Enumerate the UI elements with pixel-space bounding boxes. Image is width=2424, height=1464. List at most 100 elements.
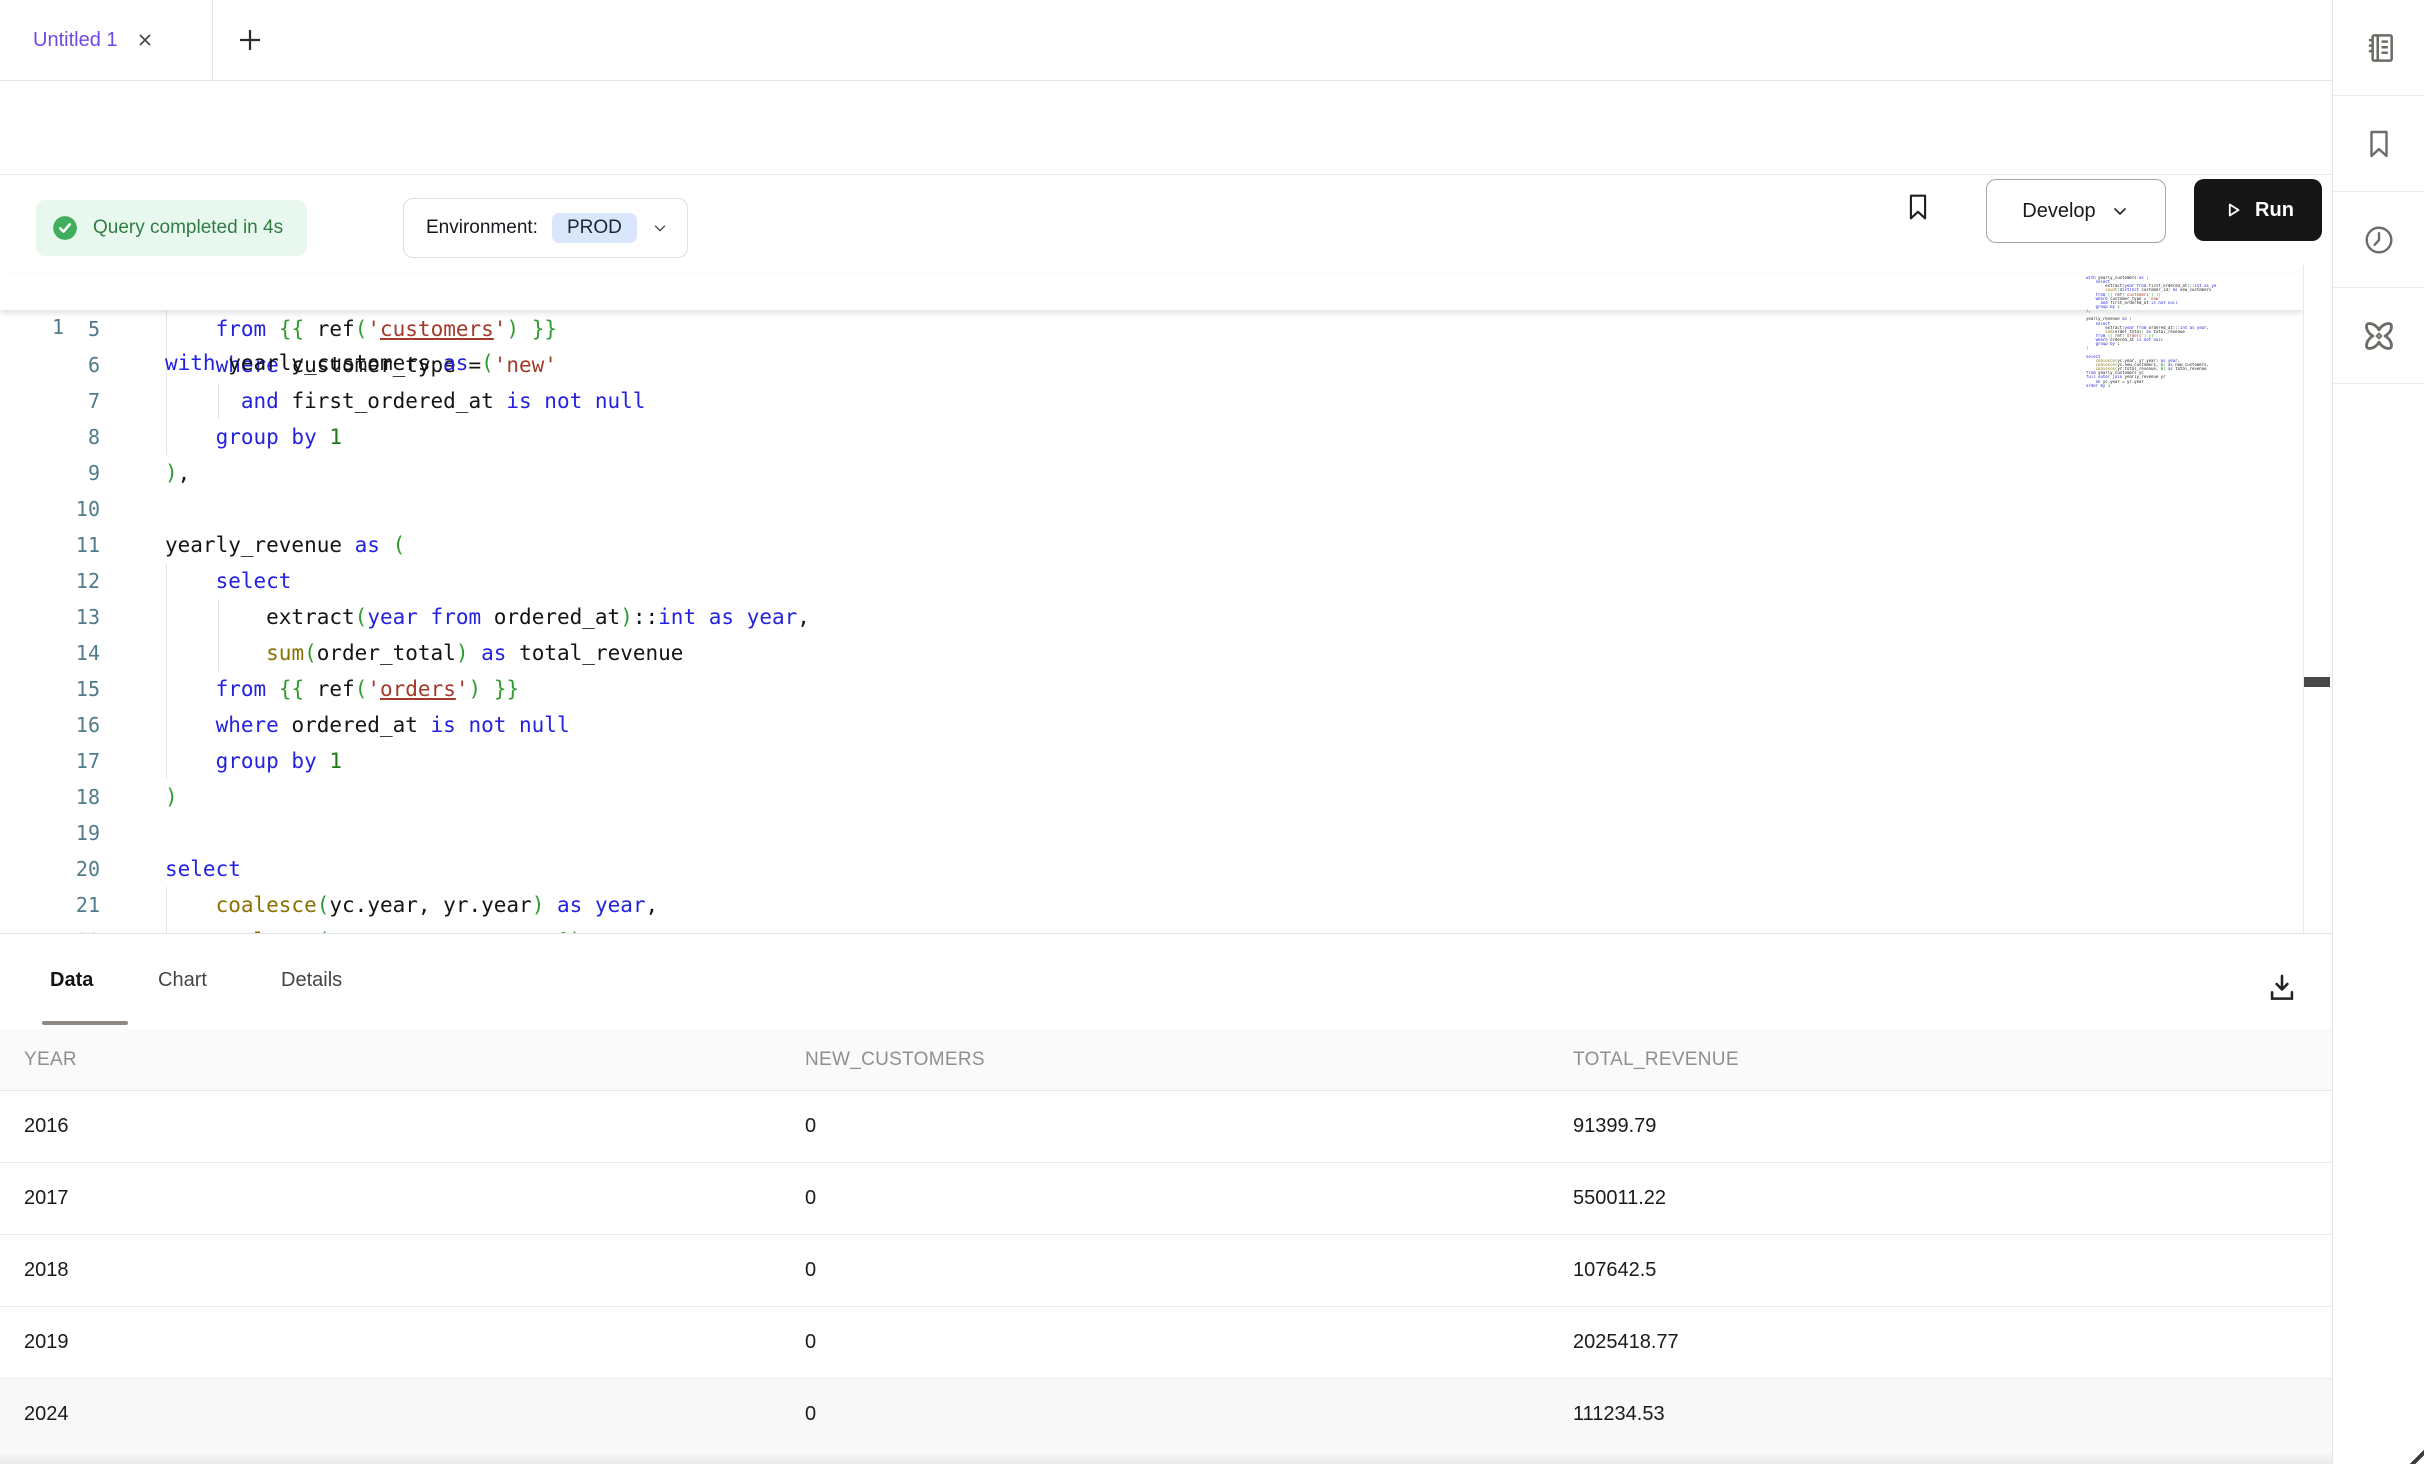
table-row: 20170550011.22 <box>0 1163 2332 1235</box>
toolbar: Develop Run <box>0 81 2332 175</box>
chevron-down-icon <box>651 219 669 237</box>
code-line: 11yearly_revenue as ( <box>0 527 2303 563</box>
clock-icon <box>2361 222 2397 258</box>
tab-details[interactable]: Details <box>281 969 342 992</box>
line-number: 10 <box>0 491 100 527</box>
table-cell: 107642.5 <box>1573 1235 1656 1306</box>
code-line: 5 from {{ ref('customers') }} <box>0 311 2303 347</box>
bookmark-icon <box>1901 190 1935 224</box>
tab-close-button[interactable] <box>132 27 158 53</box>
code-editor[interactable]: 5 from {{ ref('customers') }}6 where cus… <box>0 270 2303 933</box>
code-line: 19 <box>0 815 2303 851</box>
table-cell: 2025418.77 <box>1573 1307 1679 1378</box>
table-row: 2019 0 2025418.77 <box>0 1307 2332 1379</box>
table-cell: 0 <box>805 1379 816 1450</box>
tab-chart[interactable]: Chart <box>158 969 207 992</box>
tab-data[interactable]: Data <box>50 969 93 992</box>
new-tab-button[interactable] <box>236 27 272 53</box>
sidebar-item-lineage[interactable] <box>2333 288 2424 384</box>
code-line: 18) <box>0 779 2303 815</box>
column-header: TOTAL_REVENUE <box>1573 1029 1739 1091</box>
tab-label: Untitled 1 <box>33 29 118 52</box>
download-icon <box>2265 971 2299 1005</box>
environment-value-badge: PROD <box>552 213 637 243</box>
table-cell: 2024 <box>24 1379 69 1450</box>
code-line: 7 and first_ordered_at is not null <box>0 383 2303 419</box>
table-cell: 111234.53 <box>1573 1379 1665 1450</box>
play-icon <box>2222 199 2244 221</box>
line-number: 18 <box>0 779 100 815</box>
code-line: 9), <box>0 455 2303 491</box>
editor-scrollbar-thumb[interactable] <box>2304 677 2330 687</box>
line-number: 12 <box>0 563 100 599</box>
code-line: 8 group by 1 <box>0 419 2303 455</box>
code-line: 22 coalesce(yc.new_customers, 0) as new_… <box>0 923 2303 933</box>
code-line: 17 group by 1 <box>0 743 2303 779</box>
environment-selector[interactable]: Environment: PROD <box>403 198 688 258</box>
table-cell: 2019 <box>24 1307 69 1378</box>
table-row: 2024 0 111234.53 <box>0 1379 2332 1451</box>
download-button[interactable] <box>2258 964 2306 1012</box>
minimap-line: order by 1 <box>2086 384 2216 388</box>
code-line: 14 sum(order_total) as total_revenue <box>0 635 2303 671</box>
bookmark-button[interactable] <box>1896 185 1940 229</box>
code-line: 16 where ordered_at is not null <box>0 707 2303 743</box>
query-status-text: Query completed in 4s <box>93 217 283 239</box>
line-number: 14 <box>0 635 100 671</box>
line-number: 9 <box>0 455 100 491</box>
horizontal-scrollbar-track[interactable] <box>0 1449 2332 1464</box>
notebook-icon <box>2360 29 2398 67</box>
table-cell: 2016 <box>24 1091 69 1162</box>
table-cell: 0 <box>805 1235 816 1306</box>
line-number: 11 <box>0 527 100 563</box>
line-number: 1 <box>0 309 64 345</box>
code-line: 21 coalesce(yc.year, yr.year) as year, <box>0 887 2303 923</box>
table-cell: 0 <box>805 1091 816 1162</box>
plus-icon <box>236 26 264 54</box>
table-cell: 0 <box>805 1307 816 1378</box>
line-number: 19 <box>0 815 100 851</box>
app-window: Untitled 1 Develop <box>0 0 2424 1464</box>
line-number: 17 <box>0 743 100 779</box>
sidebar-item-history[interactable] <box>2333 192 2424 288</box>
run-label: Run <box>2255 199 2294 222</box>
environment-label: Environment: <box>426 217 538 239</box>
table-cell: 91399.79 <box>1573 1091 1656 1162</box>
bookmark-icon <box>2361 126 2397 162</box>
query-status-pill: Query completed in 4s <box>36 200 307 256</box>
line-number: 20 <box>0 851 100 887</box>
table-cell: 0 <box>805 1163 816 1234</box>
resize-grip[interactable] <box>2408 1448 2424 1464</box>
table-row: 2016 0 91399.79 <box>0 1091 2332 1163</box>
sticky-line: 1 with yearly_customers as ( <box>0 273 2303 310</box>
code-line: 15 from {{ ref('orders') }} <box>0 671 2303 707</box>
code-line: 20select <box>0 851 2303 887</box>
results-table: 2016091399.7920170550011.2220180107642.5… <box>0 1091 2332 1451</box>
check-circle-icon <box>50 213 80 243</box>
table-cell: 2018 <box>24 1235 69 1306</box>
table-header: YEAR NEW_CUSTOMERS TOTAL_REVENUE <box>0 1029 2332 1091</box>
results-panel: Data Chart Details YEAR NEW_CUSTOMERS TO… <box>0 933 2332 1464</box>
chevron-down-icon <box>2110 201 2130 221</box>
sticky-line-code: with yearly_customers as ( <box>165 345 494 381</box>
line-number: 13 <box>0 599 100 635</box>
active-tab-underline <box>42 1021 128 1025</box>
editor-tab-bar: Untitled 1 <box>0 0 2332 81</box>
code-line: 12 select <box>0 563 2303 599</box>
line-number: 15 <box>0 671 100 707</box>
column-header: YEAR <box>24 1029 77 1091</box>
develop-dropdown[interactable]: Develop <box>1986 179 2166 243</box>
run-button[interactable]: Run <box>2194 179 2322 241</box>
dbt-lineage-icon <box>2359 316 2399 356</box>
right-sidebar <box>2332 0 2424 1464</box>
line-number: 22 <box>0 923 100 933</box>
minimap[interactable]: with yearly_customers as ( select extrac… <box>2086 276 2216 406</box>
develop-label: Develop <box>2022 200 2095 223</box>
line-number: 8 <box>0 419 100 455</box>
table-row: 2018 0 107642.5 <box>0 1235 2332 1307</box>
sidebar-item-bookmarks[interactable] <box>2333 96 2424 192</box>
column-header: NEW_CUSTOMERS <box>805 1029 985 1091</box>
table-cell: 2017 <box>24 1163 69 1234</box>
editor-tab[interactable]: Untitled 1 <box>0 0 213 80</box>
sidebar-item-notebook[interactable] <box>2333 0 2424 96</box>
